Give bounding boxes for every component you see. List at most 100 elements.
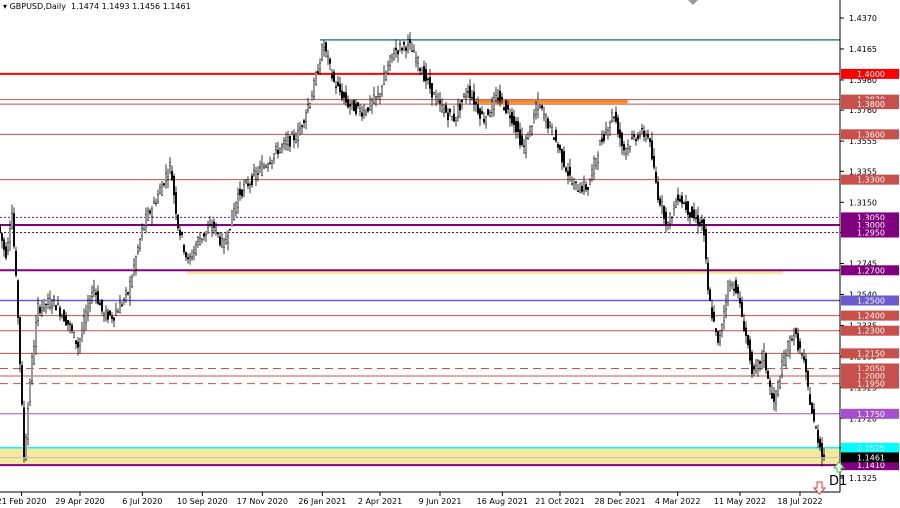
candle-body (645, 134, 648, 140)
candle-body (345, 92, 348, 103)
candle-body (641, 128, 644, 130)
candle-body (745, 327, 748, 336)
candle-body (293, 135, 296, 141)
candle-body (341, 90, 344, 99)
candle-body (363, 110, 366, 115)
candle-body (767, 371, 770, 379)
candle-body (809, 394, 812, 405)
candle-body (521, 135, 524, 145)
candle-body (309, 103, 312, 108)
candle-body (769, 380, 772, 387)
candle-body (707, 262, 710, 291)
candle-body (679, 198, 682, 202)
candle-body (184, 252, 187, 258)
candle-body (104, 310, 107, 319)
candle-body (198, 238, 201, 246)
candle-body (581, 186, 584, 192)
candle-body (299, 127, 302, 135)
candle-body (489, 112, 492, 117)
candle-body (371, 99, 374, 106)
candle-body (361, 112, 364, 117)
candle-body (821, 442, 824, 458)
candle-body (19, 317, 22, 365)
candle-body (433, 92, 436, 95)
candle-body (605, 129, 608, 134)
candle-body (337, 82, 340, 86)
candle-body (533, 114, 536, 118)
candle-body (791, 338, 794, 341)
candle-body (455, 117, 458, 121)
candle-body (234, 202, 237, 213)
candle-body (519, 129, 522, 146)
candle-body (17, 280, 20, 318)
candle-body (475, 101, 478, 105)
candle-body (593, 158, 596, 174)
candle-body (343, 92, 346, 98)
candle-body (377, 93, 380, 97)
candle-body (661, 201, 664, 206)
candle-body (194, 244, 197, 255)
candle-body (64, 315, 67, 326)
candle-body (515, 121, 518, 133)
candle-body (269, 162, 272, 164)
price-chart[interactable]: 1.43701.41651.39601.37601.35551.33551.31… (0, 0, 900, 508)
candle-body (74, 340, 77, 344)
candle-body (443, 108, 446, 113)
current-price-label: 1.1461 (857, 453, 885, 462)
candle-body (671, 217, 674, 219)
candle-body (729, 284, 732, 292)
candle-body (154, 202, 157, 205)
level-price-label: 1.1525 (857, 444, 885, 453)
candle-body (124, 290, 127, 295)
candle-body (329, 58, 332, 64)
candle-body (407, 39, 410, 46)
candle-body (817, 429, 820, 443)
zone (0, 447, 840, 466)
candle-body (411, 50, 414, 52)
candle-body (675, 201, 678, 209)
candle-body (373, 94, 376, 104)
candle-body (246, 183, 249, 187)
candle-body (783, 357, 786, 366)
candle-body (511, 112, 514, 124)
candle-body (787, 341, 790, 357)
candle-body (1, 233, 4, 241)
candle-body (715, 328, 718, 332)
candle-body (469, 86, 472, 98)
candle-body (305, 112, 308, 122)
candle-body (76, 341, 79, 348)
candle-body (102, 313, 105, 316)
candle-body (807, 370, 810, 387)
candle-body (78, 338, 81, 346)
candle-body (505, 100, 508, 114)
candle-body (3, 239, 6, 250)
candle-body (517, 121, 520, 132)
candle-body (527, 138, 530, 140)
candle-body (21, 365, 24, 405)
high-value: 1.1493 (101, 2, 130, 11)
candle-body (797, 333, 800, 351)
candle-body (289, 135, 292, 147)
candle-body (777, 381, 780, 395)
candle-body (553, 137, 556, 140)
x-tick-label: 9 Jun 2021 (418, 497, 461, 506)
candle-body (339, 84, 342, 92)
candle-body (244, 180, 247, 183)
candle-body (609, 122, 612, 128)
candle-body (23, 407, 26, 457)
candle-body (136, 247, 139, 253)
x-tick-label: 28 Dec 2021 (594, 497, 645, 506)
candle-body (801, 354, 804, 356)
candle-body (327, 55, 330, 57)
low-value: 1.1456 (132, 2, 161, 11)
candle-body (549, 122, 552, 127)
candle-body (765, 353, 768, 371)
candle-body (63, 310, 66, 322)
candle-body (629, 146, 632, 150)
candle-body (311, 95, 314, 101)
x-tick-label: 4 Mar 2022 (655, 497, 701, 506)
candle-body (595, 158, 598, 166)
candle-body (457, 105, 460, 117)
candle-body (775, 390, 778, 404)
level-price-label: 1.2400 (857, 312, 885, 321)
